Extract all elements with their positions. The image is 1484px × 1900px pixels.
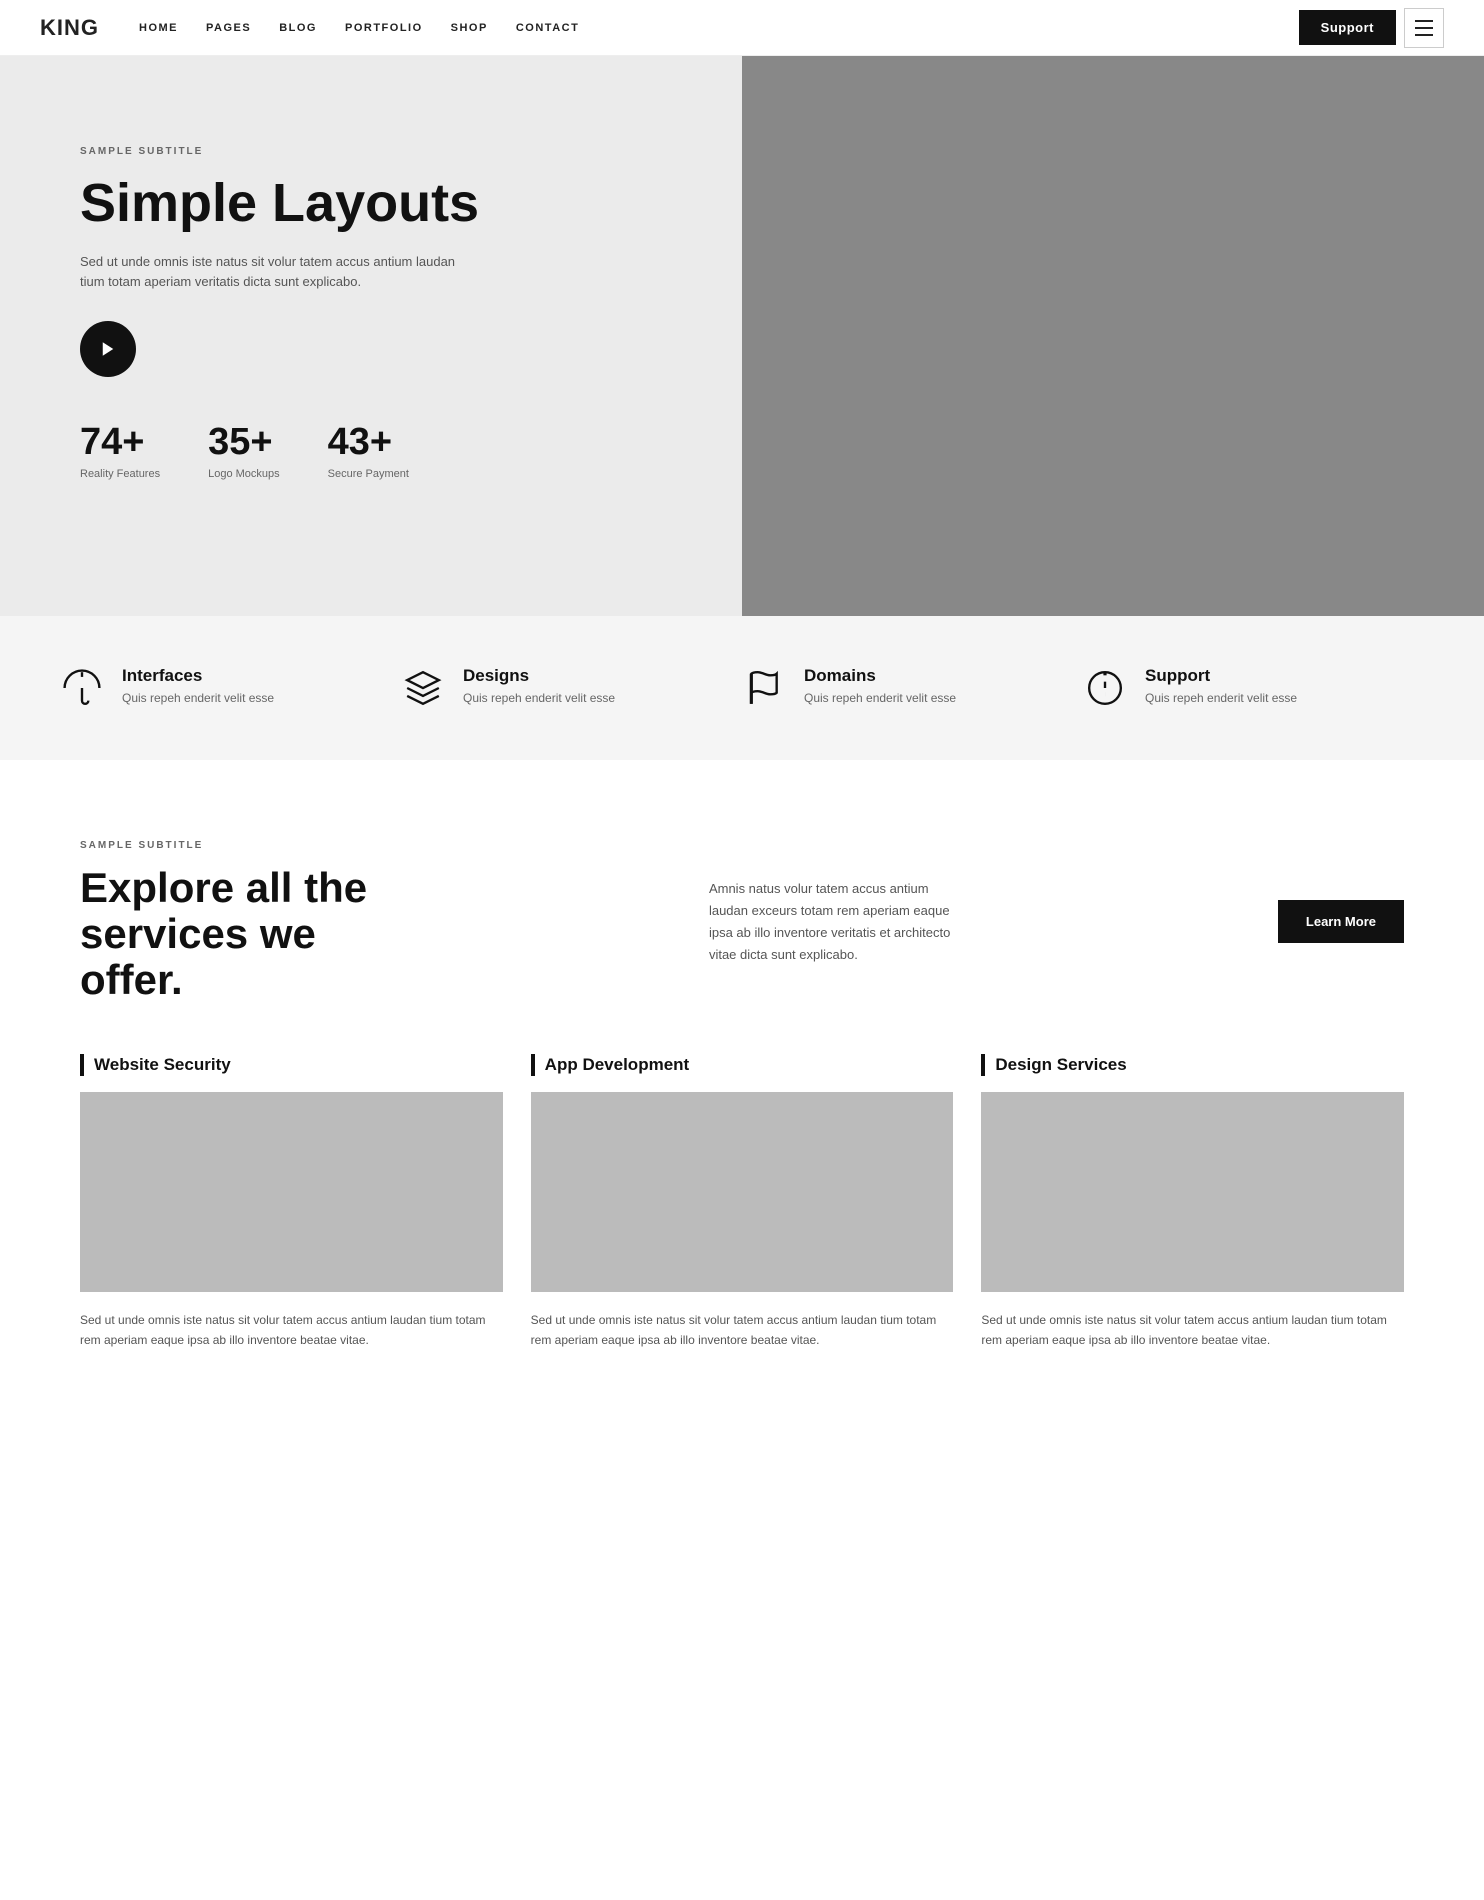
services-header-left: SAMPLE SUBTITLE Explore all the services… — [80, 840, 400, 1004]
play-button[interactable] — [80, 321, 136, 377]
service-card-appdev-title-row: App Development — [531, 1054, 954, 1076]
umbrella-svg — [63, 669, 101, 707]
service-card-design: Design Services Sed ut unde omnis iste n… — [981, 1054, 1404, 1351]
nav-pages[interactable]: PAGES — [206, 22, 251, 34]
service-card-appdev-title: App Development — [545, 1055, 690, 1075]
flag-icon — [742, 666, 786, 710]
stat-payment-label: Secure Payment — [328, 468, 409, 480]
menu-line-3 — [1415, 34, 1433, 36]
service-card-appdev: App Development Sed ut unde omnis iste n… — [531, 1054, 954, 1351]
service-card-security: Website Security Sed ut unde omnis iste … — [80, 1054, 503, 1351]
services-header: SAMPLE SUBTITLE Explore all the services… — [80, 840, 1404, 1004]
feature-support: Support Quis repeh enderit velit esse — [1083, 666, 1424, 710]
stat-reality-label: Reality Features — [80, 468, 160, 480]
feature-interfaces-desc: Quis repeh enderit velit esse — [122, 691, 274, 705]
services-title: Explore all the services we offer. — [80, 865, 400, 1004]
hero-image — [742, 56, 1484, 616]
feature-interfaces-text: Interfaces Quis repeh enderit velit esse — [122, 666, 274, 705]
feature-designs-desc: Quis repeh enderit velit esse — [463, 691, 615, 705]
feature-domains-title: Domains — [804, 666, 956, 686]
service-card-security-image — [80, 1092, 503, 1292]
hero-left: SAMPLE SUBTITLE Simple Layouts Sed ut un… — [0, 56, 742, 616]
nav-right: Support — [1299, 8, 1444, 48]
nav-blog[interactable]: BLOG — [279, 22, 317, 34]
nav-home[interactable]: HOME — [139, 22, 178, 34]
hero-description: Sed ut unde omnis iste natus sit volur t… — [80, 252, 460, 294]
service-cards: Website Security Sed ut unde omnis iste … — [80, 1054, 1404, 1351]
nav-contact[interactable]: CONTACT — [516, 22, 579, 34]
support-button[interactable]: Support — [1299, 10, 1396, 45]
feature-domains-text: Domains Quis repeh enderit velit esse — [804, 666, 956, 705]
service-card-appdev-image — [531, 1092, 954, 1292]
feature-interfaces: Interfaces Quis repeh enderit velit esse — [60, 666, 401, 710]
feature-interfaces-title: Interfaces — [122, 666, 274, 686]
services-section: SAMPLE SUBTITLE Explore all the services… — [0, 760, 1484, 1410]
feature-support-desc: Quis repeh enderit velit esse — [1145, 691, 1297, 705]
hero-subtitle: SAMPLE SUBTITLE — [80, 146, 682, 157]
feature-designs-title: Designs — [463, 666, 615, 686]
service-card-security-title: Website Security — [94, 1055, 231, 1075]
stat-reality-number: 74+ — [80, 421, 160, 464]
learn-more-button[interactable]: Learn More — [1278, 900, 1404, 943]
stat-mockups-number: 35+ — [208, 421, 280, 464]
service-card-design-desc: Sed ut unde omnis iste natus sit volur t… — [981, 1310, 1404, 1351]
hero-title: Simple Layouts — [80, 175, 682, 232]
service-card-security-desc: Sed ut unde omnis iste natus sit volur t… — [80, 1310, 503, 1351]
feature-domains-desc: Quis repeh enderit velit esse — [804, 691, 956, 705]
feature-domains: Domains Quis repeh enderit velit esse — [742, 666, 1083, 710]
stats-row: 74+ Reality Features 35+ Logo Mockups 43… — [80, 421, 682, 480]
site-logo[interactable]: KING — [40, 15, 99, 41]
layers-icon — [401, 666, 445, 710]
clock-alert-icon — [1083, 666, 1127, 710]
service-card-security-bar — [80, 1054, 84, 1076]
stat-payment-number: 43+ — [328, 421, 409, 464]
clock-alert-svg — [1086, 669, 1124, 707]
feature-support-title: Support — [1145, 666, 1297, 686]
service-card-design-bar — [981, 1054, 985, 1076]
feature-support-text: Support Quis repeh enderit velit esse — [1145, 666, 1297, 705]
service-card-appdev-desc: Sed ut unde omnis iste natus sit volur t… — [531, 1310, 954, 1351]
service-card-design-title: Design Services — [995, 1055, 1126, 1075]
menu-button[interactable] — [1404, 8, 1444, 48]
service-card-design-image — [981, 1092, 1404, 1292]
nav-portfolio[interactable]: PORTFOLIO — [345, 22, 423, 34]
menu-line-1 — [1415, 20, 1433, 22]
stat-mockups-label: Logo Mockups — [208, 468, 280, 480]
service-card-design-title-row: Design Services — [981, 1054, 1404, 1076]
feature-designs: Designs Quis repeh enderit velit esse — [401, 666, 742, 710]
play-icon — [99, 340, 117, 358]
stat-mockups: 35+ Logo Mockups — [208, 421, 280, 480]
feature-designs-text: Designs Quis repeh enderit velit esse — [463, 666, 615, 705]
nav-shop[interactable]: SHOP — [451, 22, 488, 34]
stat-reality: 74+ Reality Features — [80, 421, 160, 480]
umbrella-icon — [60, 666, 104, 710]
service-card-appdev-bar — [531, 1054, 535, 1076]
flag-svg — [745, 669, 783, 707]
services-description: Amnis natus volur tatem accus antium lau… — [629, 878, 1049, 966]
service-card-security-title-row: Website Security — [80, 1054, 503, 1076]
navbar: KING HOME PAGES BLOG PORTFOLIO SHOP CONT… — [0, 0, 1484, 56]
hero-section: SAMPLE SUBTITLE Simple Layouts Sed ut un… — [0, 56, 1484, 616]
services-subtitle: SAMPLE SUBTITLE — [80, 840, 400, 851]
menu-line-2 — [1415, 27, 1433, 29]
features-bar: Interfaces Quis repeh enderit velit esse… — [0, 616, 1484, 760]
layers-svg — [404, 669, 442, 707]
stat-payment: 43+ Secure Payment — [328, 421, 409, 480]
nav-links: HOME PAGES BLOG PORTFOLIO SHOP CONTACT — [139, 22, 1299, 34]
